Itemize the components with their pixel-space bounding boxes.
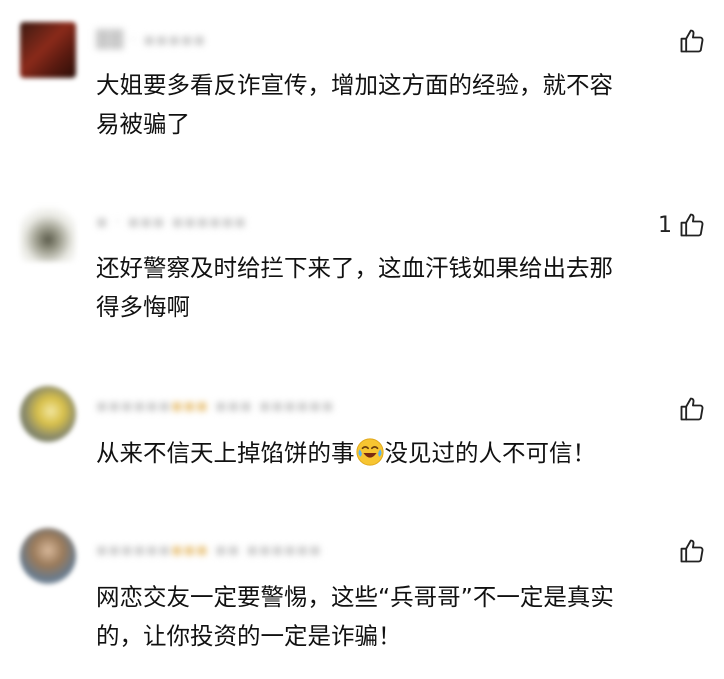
like-count: 1 <box>658 212 672 238</box>
comment-text-segment: 没见过的人不可信！ <box>384 439 597 467</box>
user-badge: ▪▪▪ <box>171 540 209 560</box>
comment-text-segment: 从来不信天上掉馅饼的事 <box>96 439 355 467</box>
comment-text-line: 的，让你投资的一定是诈骗！ <box>96 622 402 650</box>
thumbs-up-icon <box>680 213 704 237</box>
user-badge: ▪▪▪ <box>171 396 209 416</box>
thumbs-up-icon <box>680 29 704 53</box>
user-name[interactable]: ▪▪▪▪▪▪▪▪▪ ▪▪ ▪▪▪▪▪▪ <box>96 540 322 560</box>
user-name[interactable]: ██ · ▪▪▪▪▪ <box>96 30 206 50</box>
comment-text: 网恋交友一定要警惕，这些“兵哥哥”不一定是真实 的，让你投资的一定是诈骗！ <box>96 578 711 656</box>
comment-text: 从来不信天上掉馅饼的事 没见过的人不可信！ <box>96 434 711 473</box>
avatar[interactable] <box>20 22 76 78</box>
comment-text-line: 得多悔啊 <box>96 293 190 321</box>
like-button[interactable] <box>672 394 706 424</box>
crying-laughing-emoji <box>355 438 384 466</box>
avatar[interactable] <box>20 528 76 584</box>
comment-text-line: 还好警察及时给拦下来了，这血汗钱如果给出去那 <box>96 254 613 282</box>
avatar[interactable] <box>20 206 76 262</box>
like-button[interactable]: 1 <box>658 210 706 240</box>
like-button[interactable] <box>672 26 706 56</box>
avatar[interactable] <box>20 386 76 442</box>
comment-text: 还好警察及时给拦下来了，这血汗钱如果给出去那 得多悔啊 <box>96 249 711 327</box>
like-button[interactable] <box>672 536 706 566</box>
comment-text: 大姐要多看反诈宣传，增加这方面的经验，就不容 易被骗了 <box>96 66 711 144</box>
user-name[interactable]: ▪ · ▪▪▪ ▪▪▪▪▪▪ <box>96 212 247 232</box>
user-name[interactable]: ▪▪▪▪▪▪▪▪▪ ▪▪▪ ▪▪▪▪▪▪ <box>96 396 334 416</box>
comment-text-line: 易被骗了 <box>96 110 190 138</box>
comment-text-line: 大姐要多看反诈宣传，增加这方面的经验，就不容 <box>96 71 613 99</box>
thumbs-up-icon <box>680 397 704 421</box>
thumbs-up-icon <box>680 539 704 563</box>
comment-text-line: 网恋交友一定要警惕，这些“兵哥哥”不一定是真实 <box>96 583 614 611</box>
